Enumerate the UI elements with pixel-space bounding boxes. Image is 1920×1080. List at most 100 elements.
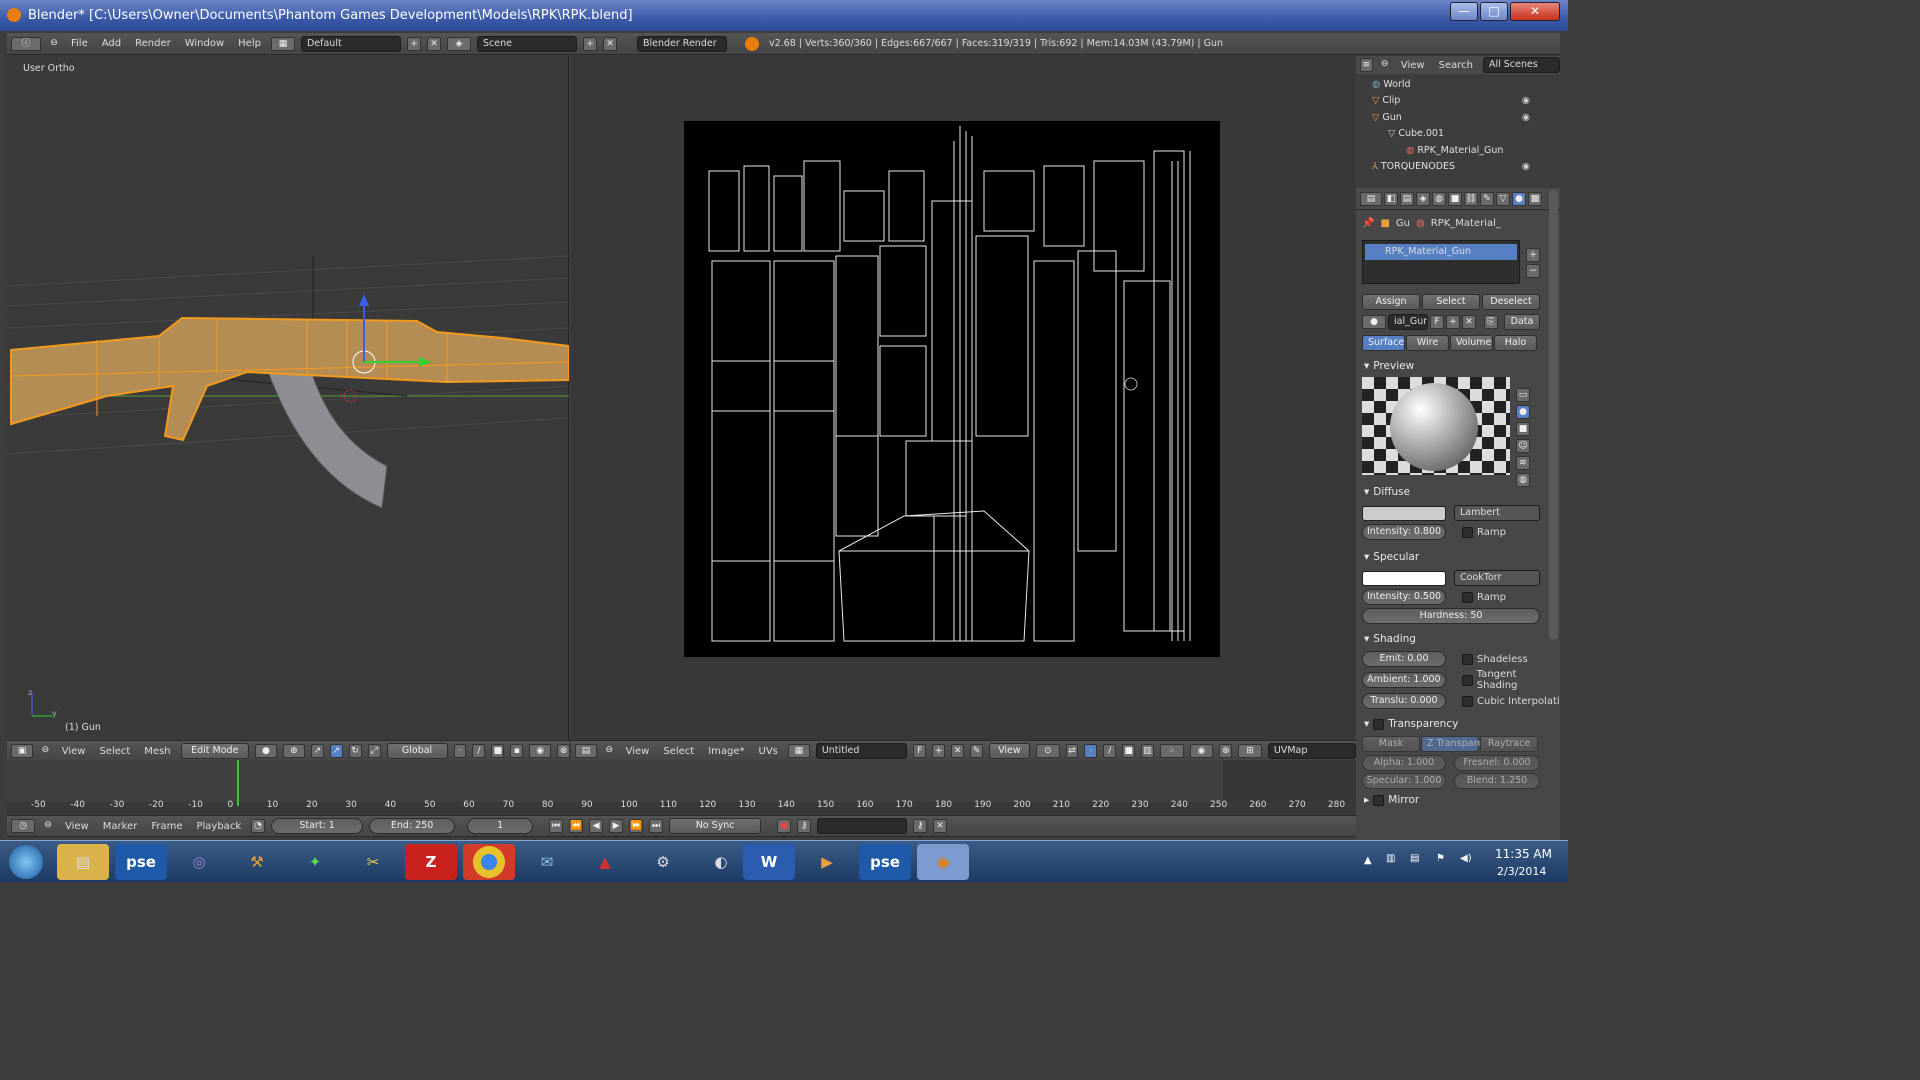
pivot-icon[interactable]: ⊕ bbox=[282, 744, 305, 758]
timeline[interactable]: -50 -40 -30 -20 -10 0 10 20 30 40 50 60 70 80 90 100 110… bbox=[7, 760, 1356, 815]
word-icon[interactable]: W bbox=[743, 844, 795, 880]
link-data-select[interactable]: Data bbox=[1504, 314, 1540, 330]
specular-panel-header[interactable]: ▾ Specular bbox=[1356, 548, 1560, 566]
current-frame-marker[interactable] bbox=[237, 760, 239, 806]
visibility-icon[interactable]: ◉ bbox=[1522, 95, 1530, 106]
acrobat-icon[interactable]: ▲ bbox=[579, 844, 631, 880]
transparency-raytrace-button[interactable]: Raytrace bbox=[1480, 736, 1538, 752]
tray-app-icon[interactable]: ▥ bbox=[1386, 853, 1395, 864]
properties-scrollbar[interactable] bbox=[1549, 190, 1558, 640]
preview-sky-icon[interactable]: ◍ bbox=[1516, 473, 1530, 487]
menu-uvs[interactable]: UVs bbox=[755, 746, 782, 757]
end-frame-field[interactable]: End: 250 bbox=[369, 818, 456, 834]
volume-icon[interactable]: ◀) bbox=[1460, 853, 1472, 864]
3d-viewport[interactable]: User Ortho z y (1) Gun bbox=[7, 56, 569, 740]
edge-select-icon[interactable]: / bbox=[472, 744, 486, 758]
scene-tab-icon[interactable]: ◈ bbox=[1416, 191, 1430, 206]
proportional-icon[interactable]: ◉ bbox=[529, 744, 552, 758]
vertex-select-icon[interactable]: · bbox=[453, 744, 467, 758]
messenger-icon[interactable]: ✉ bbox=[521, 844, 573, 880]
minimize-button[interactable]: — bbox=[1450, 2, 1478, 21]
chrome-icon[interactable] bbox=[463, 844, 515, 880]
blend-field[interactable]: Blend: 1.250 bbox=[1454, 773, 1540, 789]
trans-specular-field[interactable]: Specular: 1.000 bbox=[1362, 773, 1446, 789]
mode-select[interactable]: Edit Mode bbox=[180, 743, 249, 759]
tangent-shading-checkbox[interactable] bbox=[1461, 674, 1473, 686]
scale-icon[interactable]: ⤢ bbox=[367, 744, 381, 758]
menu-frame[interactable]: Frame bbox=[147, 821, 186, 832]
translate-icon[interactable]: ↗ bbox=[329, 744, 343, 758]
shadeless-checkbox[interactable] bbox=[1462, 653, 1473, 665]
unlink-image-icon[interactable]: ✕ bbox=[951, 744, 965, 758]
menu-view[interactable]: View bbox=[1397, 60, 1429, 71]
explorer-icon[interactable]: ▤ bbox=[57, 844, 109, 880]
preview-hair-icon[interactable]: ≋ bbox=[1516, 456, 1530, 470]
collapse-icon[interactable]: ⊖ bbox=[39, 744, 52, 758]
tray-expand-icon[interactable]: ▲ bbox=[1364, 855, 1372, 866]
occlude-icon[interactable]: ▪ bbox=[510, 744, 524, 758]
material-slot-item[interactable]: RPK_Material_Gun bbox=[1365, 244, 1517, 260]
collapse-icon[interactable]: ⊖ bbox=[603, 744, 616, 758]
menu-render[interactable]: Render bbox=[131, 38, 175, 49]
editor-type-icon[interactable]: ≡ bbox=[1360, 58, 1373, 72]
remove-slot-icon[interactable]: − bbox=[1526, 264, 1540, 278]
jump-key-back-icon[interactable]: ⏪ bbox=[569, 819, 584, 833]
layers-tab-icon[interactable]: ▤ bbox=[1400, 191, 1414, 206]
preview-cube-icon[interactable]: ■ bbox=[1516, 422, 1530, 436]
layout-field[interactable]: Default bbox=[300, 35, 401, 52]
alpha-field[interactable]: Alpha: 1.000 bbox=[1362, 755, 1446, 771]
unlink-material-icon[interactable]: ✕ bbox=[1462, 315, 1476, 329]
render-tab-icon[interactable]: ◧ bbox=[1384, 191, 1398, 206]
menu-window[interactable]: Window bbox=[181, 38, 228, 49]
snap-icon[interactable]: ⊗ bbox=[557, 744, 571, 758]
start-frame-field[interactable]: Start: 1 bbox=[271, 818, 364, 834]
action-center-icon[interactable]: ⚑ bbox=[1436, 853, 1445, 864]
scene-field[interactable]: Scene bbox=[476, 35, 577, 52]
editor-type-icon[interactable]: ◷ bbox=[11, 819, 35, 833]
object-tab-icon[interactable]: ■ bbox=[1448, 191, 1462, 206]
photoshop-elements-icon[interactable]: pse bbox=[115, 844, 167, 880]
pin-icon[interactable]: ✎ bbox=[970, 744, 983, 758]
crystal-app-icon[interactable]: ✦ bbox=[289, 844, 341, 880]
material-name-field[interactable]: ial_Gun bbox=[1388, 314, 1428, 330]
visibility-icon[interactable]: ◉ bbox=[1522, 161, 1530, 172]
swirl-app-icon[interactable]: ◎ bbox=[173, 844, 225, 880]
translucency-field[interactable]: Translu: 0.000 bbox=[1362, 693, 1446, 709]
menu-mesh[interactable]: Mesh bbox=[140, 746, 174, 757]
specular-ramp-checkbox[interactable] bbox=[1462, 591, 1473, 603]
specular-color-swatch[interactable] bbox=[1362, 570, 1446, 586]
outliner-item-gun[interactable]: ▽ Gun ◉ bbox=[1356, 109, 1560, 126]
transparency-checkbox[interactable] bbox=[1373, 718, 1385, 730]
assign-button[interactable]: Assign bbox=[1362, 294, 1420, 310]
image-browse-icon[interactable]: ▦ bbox=[787, 744, 810, 758]
mirror-panel-header[interactable]: ▸ Mirror bbox=[1356, 793, 1560, 807]
menu-select[interactable]: Select bbox=[95, 746, 134, 757]
keying-set-field[interactable] bbox=[817, 818, 908, 834]
specular-shader-select[interactable]: CookTorr bbox=[1454, 570, 1540, 586]
clock-time[interactable]: 11:35 AM bbox=[1495, 847, 1552, 861]
outliner-item-cube[interactable]: ▽ Cube.001 bbox=[1356, 126, 1560, 143]
editor-type-icon[interactable]: ▣ bbox=[11, 744, 33, 758]
uvmap-field[interactable]: UVMap bbox=[1267, 743, 1356, 759]
sync-mode-select[interactable]: No Sync bbox=[669, 818, 762, 834]
editor-type-icon[interactable]: ▤ bbox=[1360, 191, 1382, 206]
maximize-button[interactable]: □ bbox=[1480, 2, 1508, 21]
menu-view[interactable]: View bbox=[58, 746, 90, 757]
menu-help[interactable]: Help bbox=[234, 38, 265, 49]
vertex-mode-icon[interactable]: · bbox=[1084, 744, 1098, 758]
add-material-icon[interactable]: + bbox=[1446, 315, 1460, 329]
shading-panel-header[interactable]: ▾ Shading bbox=[1356, 630, 1560, 648]
preview-flat-icon[interactable]: ▭ bbox=[1516, 388, 1530, 402]
fresnel-field[interactable]: Fresnel: 0.000 bbox=[1454, 755, 1540, 771]
menu-select[interactable]: Select bbox=[659, 746, 698, 757]
manipulator-icon[interactable]: ↗ bbox=[310, 744, 324, 758]
mirror-checkbox[interactable] bbox=[1373, 794, 1385, 806]
rotate-icon[interactable]: ↻ bbox=[348, 744, 362, 758]
scene-icon[interactable]: ◈ bbox=[446, 36, 471, 51]
add-layout-icon[interactable]: + bbox=[406, 36, 421, 51]
editor-type-icon[interactable]: ▤ bbox=[575, 744, 597, 758]
sync-select-icon[interactable]: ⇄ bbox=[1065, 744, 1079, 758]
menu-view[interactable]: View bbox=[622, 746, 654, 757]
uv-image-editor[interactable] bbox=[571, 56, 1355, 740]
menu-image[interactable]: Image* bbox=[704, 746, 748, 757]
